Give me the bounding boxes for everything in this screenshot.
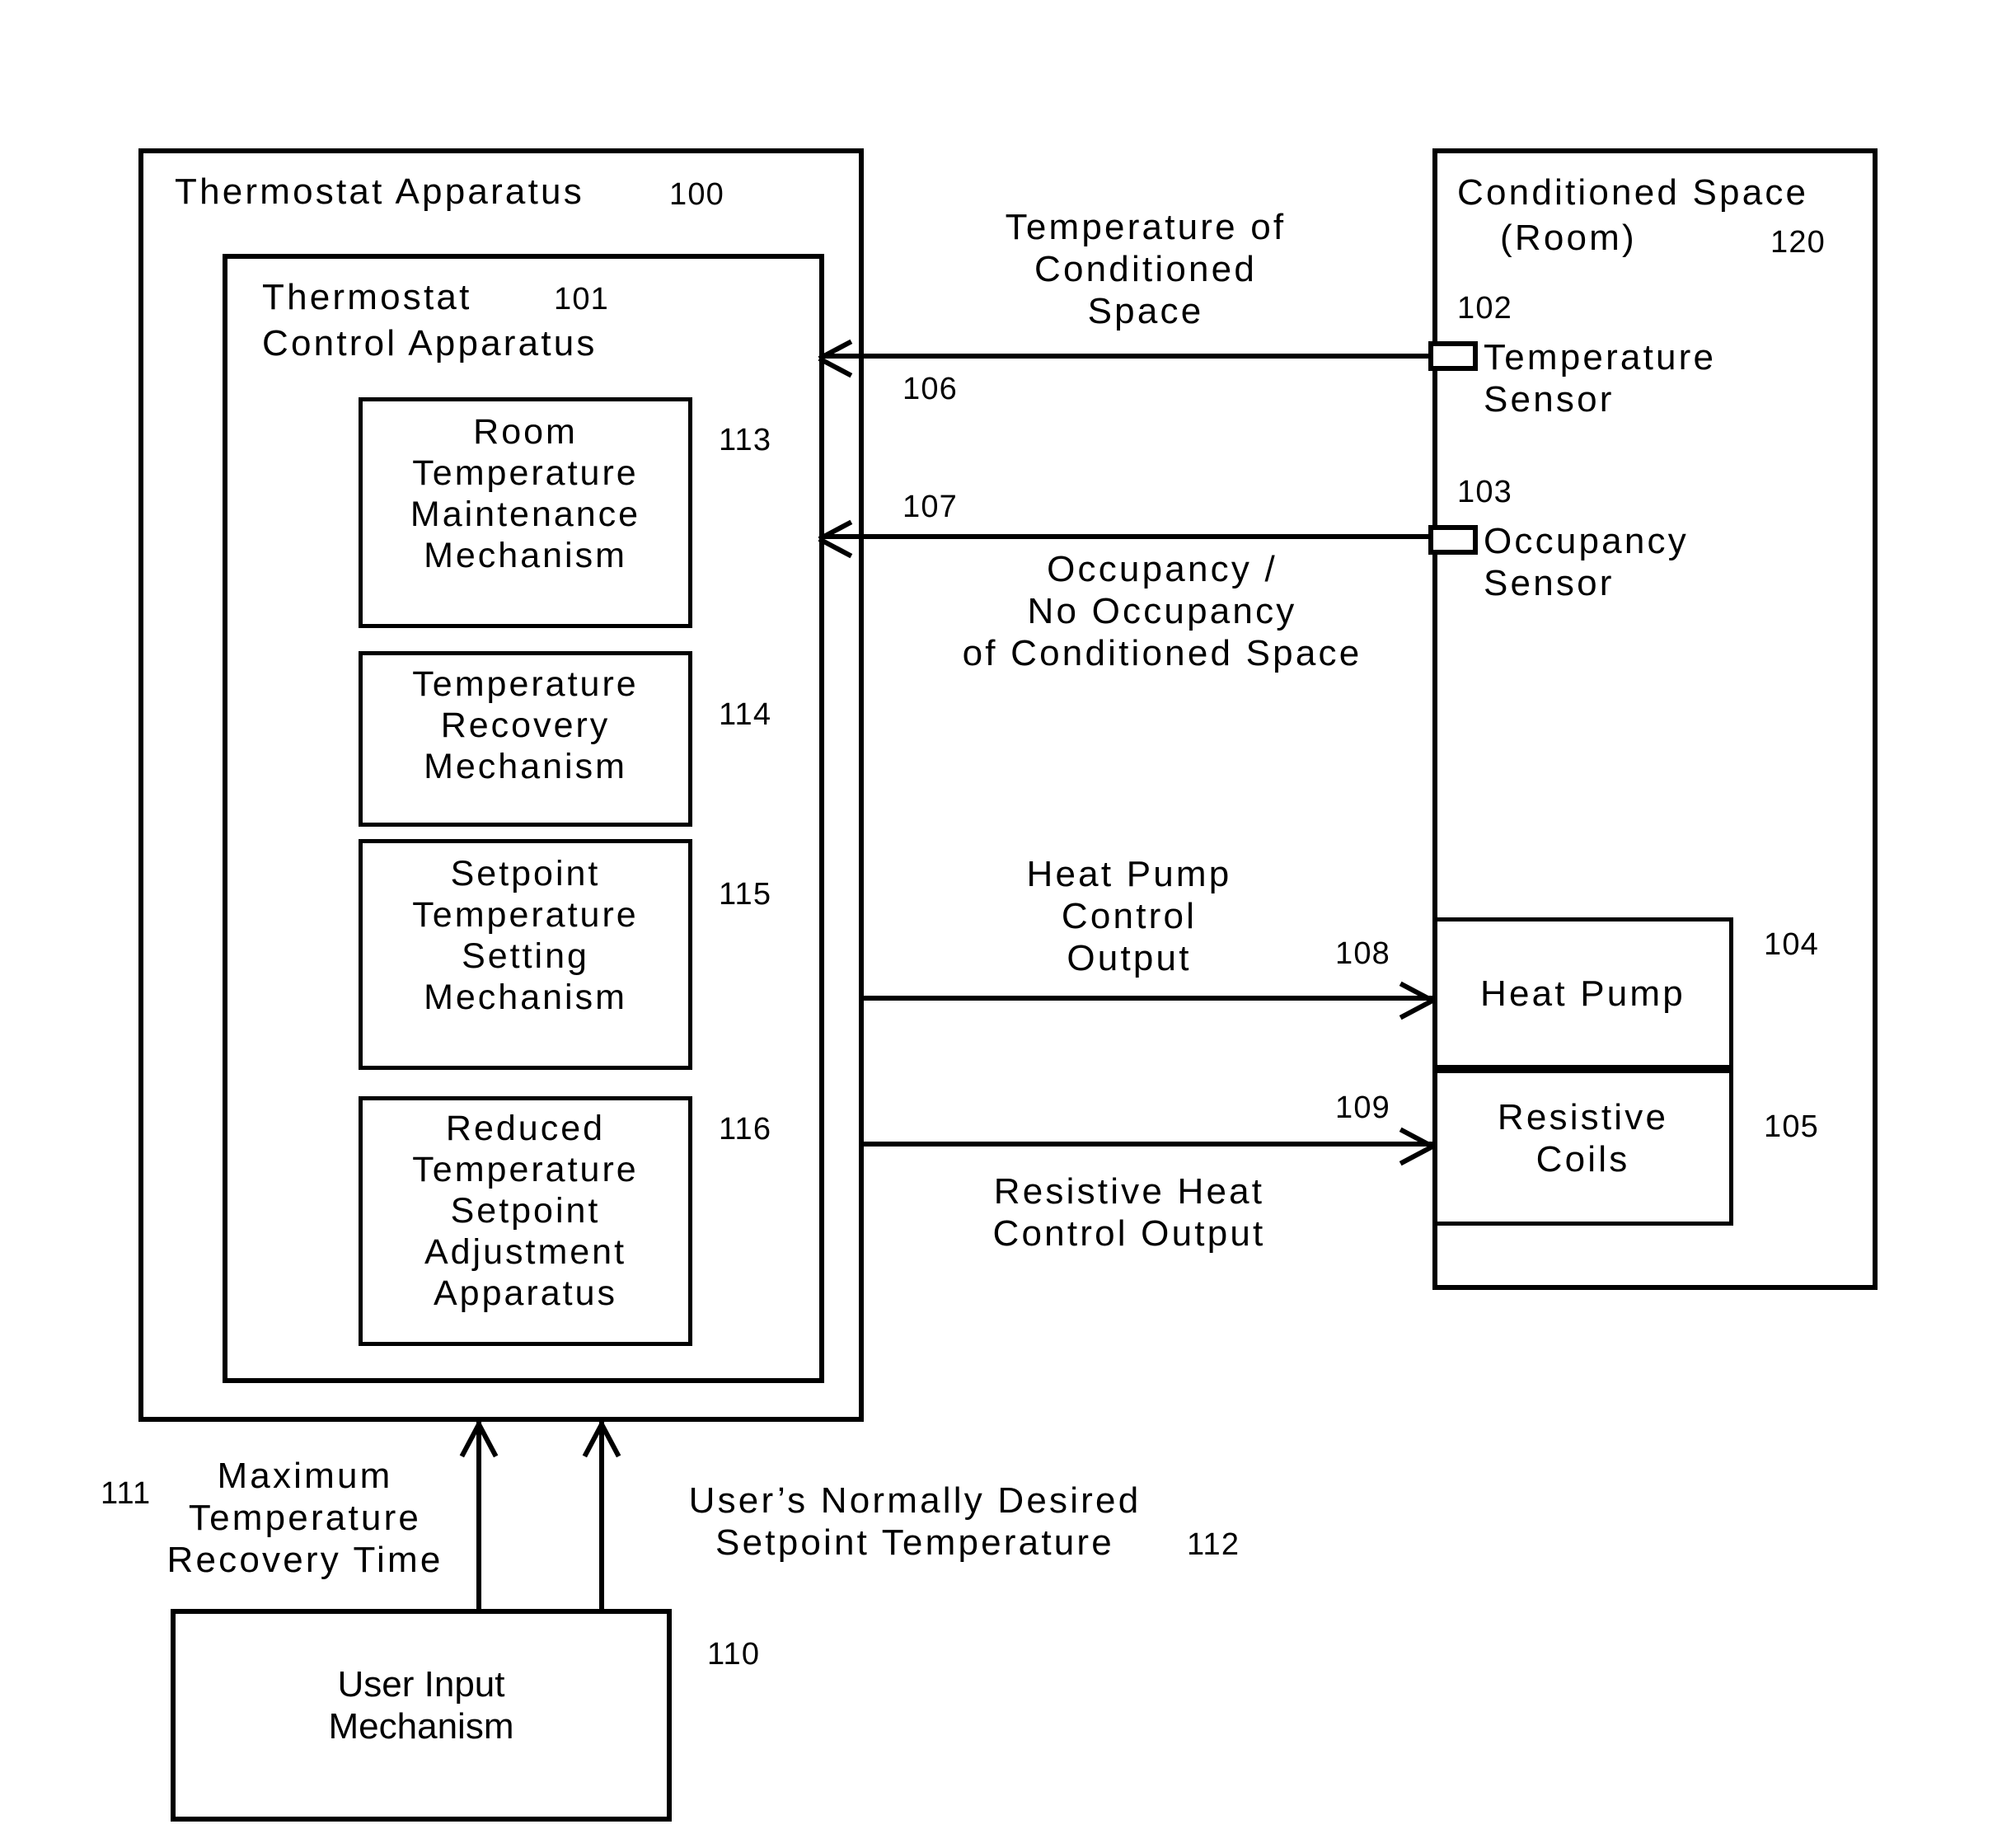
- conditioned-space-label-line1: Conditioned Space: [1457, 172, 1809, 213]
- user-input-mechanism-label: User Input Mechanism: [328, 1664, 514, 1747]
- heat-pump-label: Heat Pump: [1480, 973, 1685, 1014]
- conditioned-space-ref: 120: [1770, 225, 1826, 260]
- signal-107-ref: 107: [903, 490, 959, 524]
- occupancy-sensor-label: Occupancy Sensor: [1484, 521, 1689, 604]
- thermostat-control-apparatus-label-line1: Thermostat: [262, 277, 472, 317]
- thermostat-control-apparatus-ref: 101: [554, 282, 610, 317]
- room-temperature-maintenance-mechanism-label: Room Temperature Maintenance Mechanism: [410, 412, 641, 575]
- user-desired-setpoint-label: User’s Normally Desired Setpoint Tempera…: [688, 1480, 1142, 1564]
- signal-109-ref: 109: [1335, 1090, 1391, 1125]
- signal-112-line: [599, 1422, 604, 1611]
- temperature-recovery-mechanism-label: Temperature Recovery Mechanism: [412, 664, 639, 786]
- patent-figure: Thermostat Apparatus 100 Thermostat 101 …: [0, 0, 2016, 1843]
- signal-112-ref: 112: [1187, 1527, 1240, 1562]
- reduced-temperature-setpoint-adjustment-apparatus-ref: 116: [719, 1112, 772, 1147]
- resistive-heat-control-output-label: Resistive Heat Control Output: [992, 1171, 1266, 1254]
- signal-107-line: [819, 534, 1433, 539]
- thermostat-apparatus-ref: 100: [669, 177, 725, 212]
- signal-108-ref: 108: [1335, 936, 1391, 971]
- temperature-recovery-mechanism-ref: 114: [719, 697, 772, 732]
- thermostat-apparatus-label: Thermostat Apparatus: [175, 171, 584, 212]
- signal-106-line: [819, 354, 1433, 359]
- temperature-of-conditioned-space-label: Temperature of Conditioned Space: [1005, 207, 1287, 332]
- user-input-mechanism-ref: 110: [707, 1637, 761, 1672]
- temperature-sensor-ref: 102: [1457, 291, 1513, 326]
- signal-106-ref: 106: [903, 372, 959, 406]
- resistive-coils-label: Resistive Coils: [1497, 1097, 1669, 1180]
- heat-pump-control-output-label: Heat Pump Control Output: [1026, 854, 1232, 979]
- signal-111-line: [476, 1422, 481, 1611]
- max-temperature-recovery-time-label: Maximum Temperature Recovery Time: [166, 1456, 443, 1581]
- thermostat-control-apparatus-label-line2: Control Apparatus: [262, 323, 598, 363]
- heat-pump-ref: 104: [1764, 927, 1820, 962]
- setpoint-temperature-setting-mechanism-ref: 115: [719, 877, 772, 912]
- occupancy-of-conditioned-space-label: Occupancy / No Occupancy of Conditioned …: [962, 549, 1362, 674]
- room-temperature-maintenance-mechanism-ref: 113: [719, 423, 772, 457]
- setpoint-temperature-setting-mechanism-label: Setpoint Temperature Setting Mechanism: [412, 854, 639, 1017]
- occupancy-sensor-tab-icon: [1428, 525, 1478, 555]
- signal-111-ref: 111: [101, 1476, 152, 1511]
- temperature-sensor-label: Temperature Sensor: [1484, 337, 1717, 420]
- signal-109-line: [864, 1142, 1432, 1147]
- reduced-temperature-setpoint-adjustment-apparatus-label: Reduced Temperature Setpoint Adjustment …: [412, 1109, 639, 1313]
- temperature-sensor-tab-icon: [1428, 341, 1478, 371]
- resistive-coils-ref: 105: [1764, 1109, 1820, 1144]
- conditioned-space-label-line2: (Room): [1500, 218, 1637, 258]
- signal-108-line: [864, 996, 1432, 1001]
- occupancy-sensor-ref: 103: [1457, 475, 1513, 509]
